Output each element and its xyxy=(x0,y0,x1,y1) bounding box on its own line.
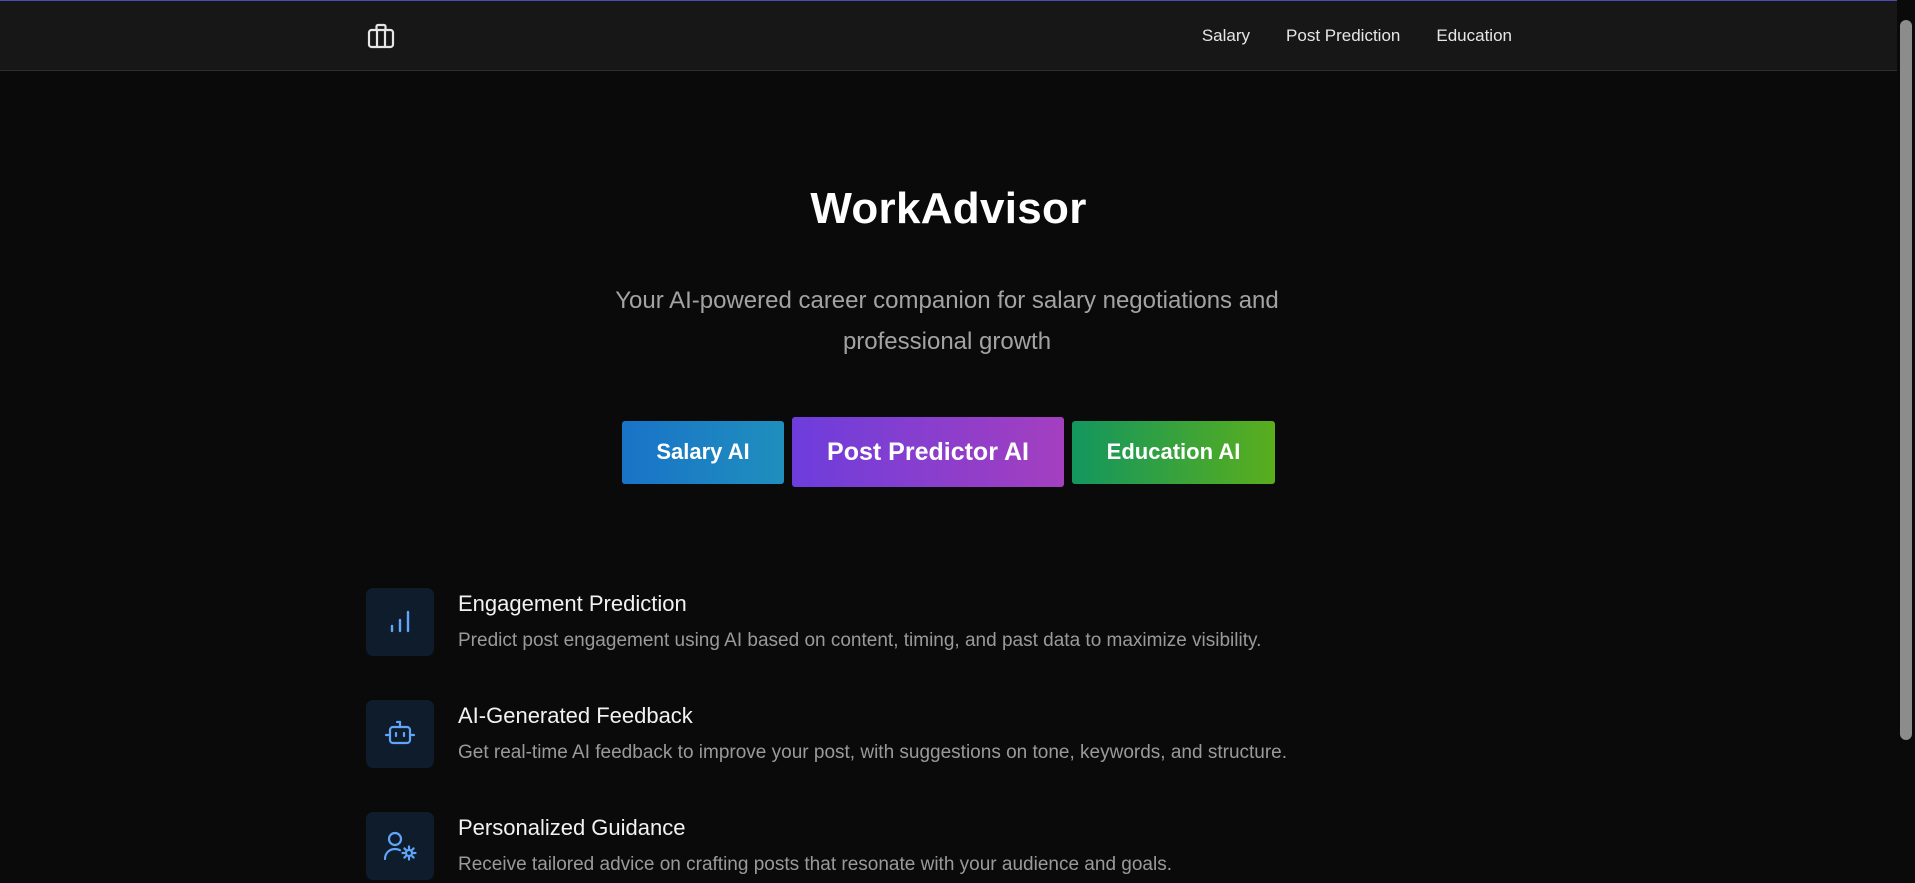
briefcase-icon[interactable] xyxy=(366,21,396,51)
feature-description: Receive tailored advice on crafting post… xyxy=(458,854,1172,875)
navbar: Salary Post Prediction Education xyxy=(0,1,1897,71)
nav-link-education[interactable]: Education xyxy=(1436,26,1512,46)
feature-title: Engagement Prediction xyxy=(458,591,687,616)
feature-personalized-guidance: Personalized Guidance Receive tailored a… xyxy=(366,812,1466,882)
bot-icon xyxy=(366,700,434,768)
scrollbar-track[interactable] xyxy=(1897,0,1915,883)
cta-button-row: Salary AI Post Predictor AI Education AI xyxy=(0,417,1897,487)
feature-description: Predict post engagement using AI based o… xyxy=(458,630,1262,651)
feature-engagement-prediction: Engagement Prediction Predict post engag… xyxy=(366,588,1466,658)
feature-title: AI-Generated Feedback xyxy=(458,703,693,728)
feature-description: Get real-time AI feedback to improve you… xyxy=(458,742,1288,763)
hero-subtitle: Your AI-powered career companion for sal… xyxy=(615,287,1279,355)
nav-link-salary[interactable]: Salary xyxy=(1202,26,1250,46)
user-cog-icon xyxy=(366,812,434,880)
post-predictor-ai-button[interactable]: Post Predictor AI xyxy=(792,417,1064,487)
education-ai-button[interactable]: Education AI xyxy=(1072,420,1275,484)
feature-ai-feedback: AI-Generated Feedback Get real-time AI f… xyxy=(366,700,1466,770)
bar-chart-icon xyxy=(366,588,434,656)
nav-links: Salary Post Prediction Education xyxy=(1202,1,1512,71)
feature-title: Personalized Guidance xyxy=(458,815,686,840)
nav-link-post-prediction[interactable]: Post Prediction xyxy=(1286,26,1400,46)
scrollbar-thumb[interactable] xyxy=(1900,20,1912,740)
salary-ai-button[interactable]: Salary AI xyxy=(622,420,784,484)
hero-title: WorkAdvisor xyxy=(810,184,1087,233)
